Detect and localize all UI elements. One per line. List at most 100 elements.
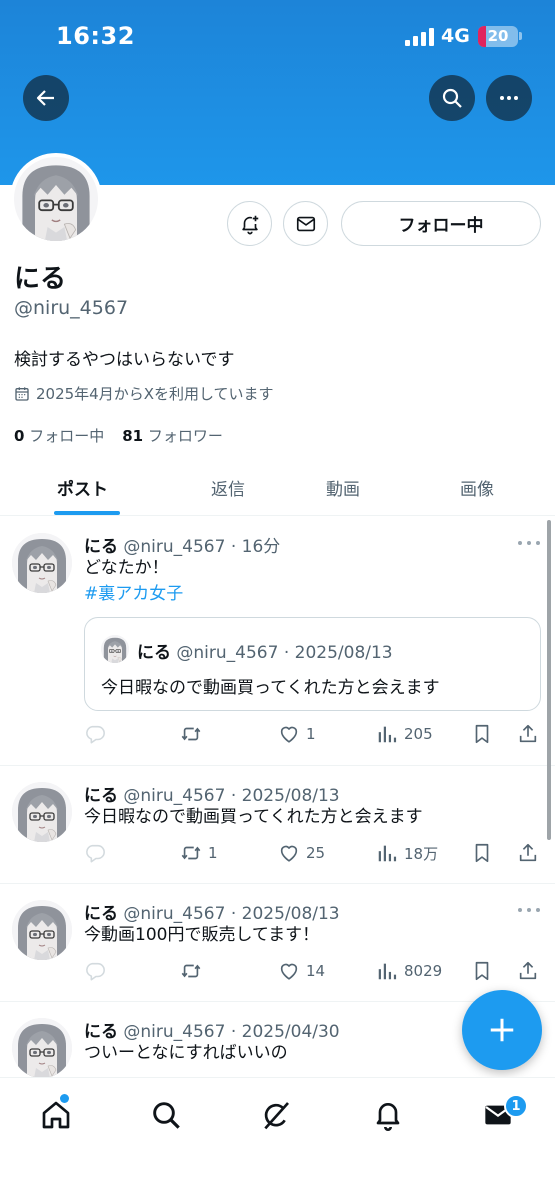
status-bar: 16:32 4G 20 [0,0,555,74]
post-meta: @niru_4567 · 2025/08/13 [123,904,340,924]
post-meta: @niru_4567 · 16分 [123,537,281,557]
view-count: 18万 [404,844,439,863]
following-link[interactable]: 0 フォロー中 [14,427,104,445]
bookmark-icon [471,960,493,982]
views-icon [376,723,398,745]
home-icon [42,1101,70,1129]
reply-button[interactable] [84,840,106,866]
search-icon [153,1102,180,1129]
heart-icon [278,960,300,982]
views-button[interactable]: 205 [376,721,433,747]
repost-button[interactable] [180,721,208,747]
display-name: にる [14,264,67,294]
post-item[interactable]: にる @niru_4567 · 2025/08/13 今動画100円で販売してま… [0,884,555,1002]
views-button[interactable]: 18万 [376,840,438,866]
post-more-icon[interactable] [518,906,542,914]
post-author[interactable]: にる [84,786,118,806]
bottom-navigation: 1 [0,1077,555,1200]
share-icon [517,842,539,864]
bookmark-button[interactable] [471,958,493,984]
share-icon [517,960,539,982]
post-meta: @niru_4567 · 2025/04/30 [123,1022,340,1042]
repost-icon [180,960,202,982]
post-author[interactable]: にる [84,904,118,924]
more-button[interactable] [486,75,532,121]
bell-icon [376,1103,400,1131]
quote-author: にる [137,643,171,663]
search-button[interactable] [429,75,475,121]
post-avatar[interactable] [12,1018,72,1077]
like-button[interactable]: 14 [278,958,325,984]
following-label: フォロー中 [29,427,105,445]
profile-bio: 検討するやつはいらないです [14,350,235,370]
post-author[interactable]: にる [84,537,118,557]
notify-button[interactable] [227,201,272,246]
views-icon [376,842,398,864]
post-text: ついーとなにすればいいの [84,1043,288,1063]
like-button[interactable]: 25 [278,840,325,866]
message-button[interactable] [283,201,328,246]
post-actions: 1 25 18万 [84,840,544,866]
nav-home[interactable] [39,1098,73,1132]
battery-icon: 20 [478,26,518,47]
post-actions: 14 8029 [84,958,544,984]
post-avatar[interactable] [12,900,72,960]
share-button[interactable] [517,840,539,866]
followers-count: 81 [122,427,144,445]
heart-icon [278,723,300,745]
post-header: にる @niru_4567 · 2025/04/30 [84,1017,340,1042]
post-hashtag[interactable]: #裏アカ女子 [84,581,183,607]
like-button[interactable]: 1 [278,721,316,747]
active-tab-indicator [54,511,120,515]
share-button[interactable] [517,958,539,984]
post-item[interactable]: にる @niru_4567 · 2025/08/13 今日暇なので動画買ってくれ… [0,766,555,884]
followers-link[interactable]: 81 フォロワー [122,427,223,445]
profile-handle: @niru_4567 [14,297,129,319]
post-avatar[interactable] [12,782,72,842]
grok-icon [264,1102,289,1130]
post-header: にる @niru_4567 · 2025/08/13 [84,781,340,806]
profile-avatar[interactable] [10,153,102,245]
scrollbar[interactable] [547,520,551,840]
post-author[interactable]: にる [84,1022,118,1042]
joined-text: 2025年4月からXを利用しています [36,385,274,403]
more-horizontal-icon [500,96,518,100]
joined-date: 2025年4月からXを利用しています [14,383,274,404]
repost-button[interactable]: 1 [180,840,218,866]
reply-button[interactable] [84,958,106,984]
heart-icon [278,842,300,864]
repost-count: 1 [208,844,218,862]
compose-button[interactable] [462,990,542,1070]
following-button[interactable]: フォロー中 [341,201,541,246]
post-avatar[interactable] [12,533,72,593]
post-meta: @niru_4567 · 2025/08/13 [123,786,340,806]
bookmark-button[interactable] [471,721,493,747]
quoted-post[interactable]: にる @niru_4567 · 2025/08/13 今日暇なので動画買ってくれ… [84,617,541,711]
reply-button[interactable] [84,721,106,747]
views-button[interactable]: 8029 [376,958,442,984]
post-header: にる @niru_4567 · 16分 [84,532,280,557]
view-count: 205 [404,725,433,743]
nav-search[interactable] [149,1098,183,1132]
repost-icon [180,842,202,864]
like-count: 14 [306,962,326,980]
quote-meta: @niru_4567 · 2025/08/13 [176,643,393,663]
like-count: 25 [306,844,326,862]
repost-button[interactable] [180,958,208,984]
post-more-icon[interactable] [518,539,542,547]
nav-grok[interactable] [259,1098,293,1132]
follow-counts: 0 フォロー中 81 フォロワー [14,425,223,446]
share-button[interactable] [517,721,539,747]
tab-videos[interactable]: 動画 [326,475,360,500]
views-icon [376,960,398,982]
nav-notifications[interactable] [371,1098,405,1132]
tab-images[interactable]: 画像 [460,475,494,500]
tab-replies[interactable]: 返信 [211,475,245,500]
network-label: 4G [441,25,470,47]
reply-icon [84,842,106,864]
profile-tabs: ポスト 返信 動画 画像 [0,460,555,516]
bookmark-button[interactable] [471,840,493,866]
tab-posts[interactable]: ポスト [57,475,108,500]
back-button[interactable] [23,75,69,121]
reply-icon [84,960,106,982]
